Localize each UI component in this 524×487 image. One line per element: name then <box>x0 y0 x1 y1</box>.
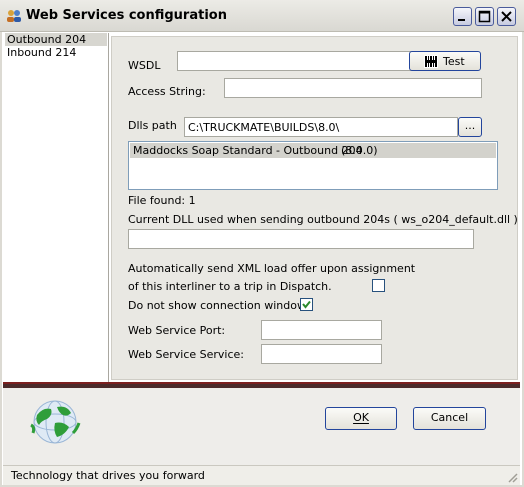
dll-version: (8.0.0) <box>341 144 378 157</box>
access-string-label: Access String: <box>128 85 206 98</box>
window-title: Web Services configuration <box>26 8 227 23</box>
ok-button[interactable]: OK <box>325 407 397 430</box>
web-service-port-input[interactable] <box>261 320 382 340</box>
status-bar: Technology that drives you forward <box>3 465 520 485</box>
dlls-path-input[interactable]: C:\TRUCKMATE\BUILDS\8.0\ <box>184 117 458 137</box>
browse-button-label: ... <box>464 119 476 132</box>
wsdl-input[interactable] <box>177 51 418 71</box>
ok-button-label: OK <box>353 411 369 424</box>
people-icon <box>7 10 21 22</box>
test-button-label: Test <box>443 55 465 68</box>
web-service-service-label: Web Service Service: <box>128 348 244 361</box>
wsdl-label: WSDL <box>128 59 161 72</box>
interface-list[interactable]: Outbound 204 Inbound 214 <box>3 33 109 382</box>
dll-listbox[interactable]: Maddocks Soap Standard - Outbound 204 (8… <box>128 141 498 190</box>
no-connection-window-label: Do not show connection window <box>128 299 306 312</box>
dlls-path-value: C:\TRUCKMATE\BUILDS\8.0\ <box>188 121 340 134</box>
minimize-icon <box>458 19 465 21</box>
globe-icon <box>30 400 81 444</box>
cancel-button-label: Cancel <box>430 411 469 424</box>
dlls-path-label: Dlls path <box>128 119 177 132</box>
maximize-icon <box>478 10 491 23</box>
button-area: OK Cancel <box>3 388 520 465</box>
status-text: Technology that drives you forward <box>11 469 205 482</box>
dll-list-row-selected[interactable]: Maddocks Soap Standard - Outbound 204 (8… <box>130 143 496 158</box>
auto-send-checkbox[interactable] <box>372 279 385 292</box>
minimize-button[interactable] <box>453 7 472 26</box>
current-dll-input[interactable] <box>128 229 474 249</box>
resize-grip-icon[interactable] <box>506 471 518 483</box>
cancel-button[interactable]: Cancel <box>413 407 486 430</box>
browse-button[interactable]: ... <box>458 117 482 137</box>
list-item-inbound-214[interactable]: Inbound 214 <box>5 46 107 59</box>
test-button[interactable]: Test <box>409 51 481 71</box>
access-string-input[interactable] <box>224 78 482 98</box>
barcode-icon <box>424 55 438 68</box>
web-service-service-input[interactable] <box>261 344 382 364</box>
current-dll-label: Current DLL used when sending outbound 2… <box>128 213 518 226</box>
auto-send-label-line2: of this interliner to a trip in Dispatch… <box>128 280 332 293</box>
maximize-button[interactable] <box>475 7 494 26</box>
settings-panel: WSDL Test Access String: Dlls path C:\TR… <box>111 36 518 380</box>
list-item-outbound-204[interactable]: Outbound 204 <box>5 33 107 46</box>
dll-name: Maddocks Soap Standard - Outbound 204 <box>133 144 363 157</box>
close-button[interactable] <box>497 7 516 26</box>
checkmark-icon <box>302 300 311 309</box>
close-icon <box>501 11 512 22</box>
auto-send-label-line1: Automatically send XML load offer upon a… <box>128 262 416 275</box>
web-service-port-label: Web Service Port: <box>128 324 226 337</box>
no-connection-window-checkbox[interactable] <box>300 298 313 311</box>
files-found-text: File found: 1 <box>128 194 196 207</box>
